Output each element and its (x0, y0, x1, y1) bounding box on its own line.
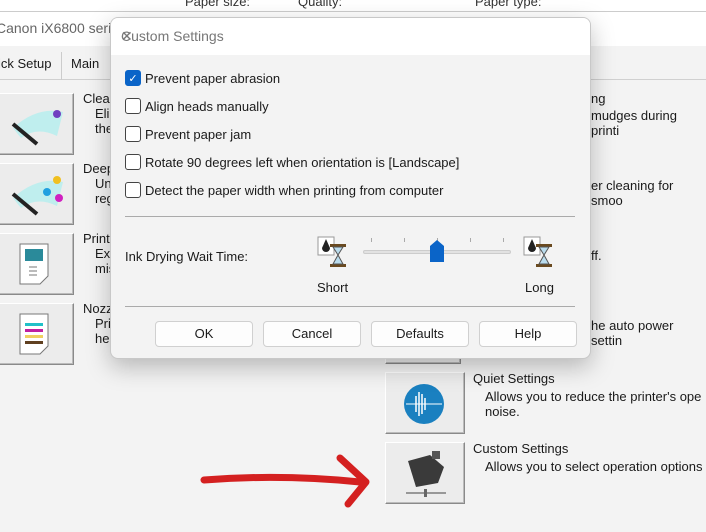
option-label: Prevent paper abrasion (145, 70, 281, 86)
print-head-alignment-icon (19, 243, 49, 285)
ok-button[interactable]: OK (155, 321, 253, 347)
slider-tick (371, 238, 372, 242)
tab-main[interactable]: Main (71, 56, 99, 71)
item-desc: Allows you to select operation options (485, 459, 703, 474)
print-head-alignment-button[interactable] (0, 233, 74, 295)
item-desc: Pri (95, 316, 111, 331)
slider-thumb[interactable] (430, 240, 444, 262)
long-label: Long (525, 280, 554, 295)
help-button[interactable]: Help (479, 321, 577, 347)
cleaning-button[interactable] (0, 93, 74, 155)
cleaning-icon (11, 110, 63, 146)
background-top-strip: Paper size: Quality: Paper type: (0, 0, 706, 12)
nozzle-check-button[interactable] (0, 303, 74, 365)
item-desc: he (95, 331, 110, 346)
divider (125, 306, 575, 307)
quiet-settings-button[interactable] (385, 372, 465, 434)
option-checkbox[interactable]: Align heads manually (125, 98, 269, 114)
option-checkbox[interactable]: Rotate 90 degrees left when orientation … (125, 154, 459, 170)
item-title: Quiet Settings (473, 371, 555, 386)
option-checkbox[interactable]: Prevent paper jam (125, 126, 251, 142)
paper-type-label: Paper type: (475, 0, 542, 9)
cancel-button[interactable]: Cancel (263, 321, 361, 347)
dialog-titlebar: Custom Settings ✕ (111, 18, 590, 55)
deep-cleaning-icon (11, 176, 63, 216)
ink-drying-short-icon (317, 236, 346, 267)
item-title: Custom Settings (473, 441, 569, 456)
quality-label: Quality: (298, 0, 343, 9)
checkbox-unchecked-icon[interactable] (125, 98, 141, 114)
slider-tick (503, 238, 504, 242)
item-desc: Allows you to reduce the printer's ope (485, 389, 702, 404)
custom-settings-dialog: Custom Settings ✕ ✓ Prevent paper abrasion… (110, 17, 591, 359)
option-label: Align heads manually (145, 98, 269, 114)
ink-drying-slider[interactable] (363, 234, 511, 264)
option-label: Rotate 90 degrees left when orientation … (145, 154, 460, 170)
item-desc: the (95, 121, 114, 136)
red-arrow-annotation (200, 454, 370, 508)
checkbox-checked-icon[interactable]: ✓ (125, 70, 141, 86)
checkbox-unchecked-icon[interactable] (125, 126, 141, 142)
ink-drying-label: Ink Drying Wait Time: (125, 249, 249, 264)
option-label: Prevent paper jam (145, 126, 252, 142)
option-checkbox[interactable]: Detect the paper width when printing fro… (125, 182, 443, 198)
custom-settings-button[interactable] (385, 442, 465, 504)
defaults-button[interactable]: Defaults (371, 321, 469, 347)
quiet-settings-icon (404, 384, 444, 424)
tab-quick-setup[interactable]: ick Setup (0, 56, 51, 71)
slider-tick (470, 238, 471, 242)
bottom-plate-title-fragment: ng (591, 91, 606, 106)
deep-cleaning-button[interactable] (0, 163, 74, 225)
checkbox-unchecked-icon[interactable] (125, 154, 141, 170)
item-title: Clea (83, 91, 110, 106)
roller-cleaning-desc-fragment: er cleaning for smoo (591, 178, 674, 208)
slider-tick (404, 238, 405, 242)
paper-size-label: Paper size: (185, 0, 251, 9)
window-title: Canon iX6800 seri (0, 20, 112, 36)
nozzle-check-icon (19, 313, 49, 355)
item-title: Nozz (83, 301, 113, 316)
divider (125, 216, 575, 217)
close-icon[interactable]: ✕ (121, 28, 578, 45)
power-off-desc-fragment: ff. (591, 248, 602, 263)
short-label: Short (317, 280, 349, 295)
bottom-plate-desc-fragment: mudges during printi (591, 108, 677, 138)
auto-power-desc-fragment: he auto power settin (591, 318, 674, 348)
custom-settings-item: Custom Settings Allows you to select oper… (473, 441, 703, 474)
checkbox-unchecked-icon[interactable] (125, 182, 141, 198)
item-desc: noise. (485, 404, 520, 419)
quiet-settings-item: Quiet Settings Allows you to reduce the p… (473, 371, 701, 419)
item-desc: Eli (95, 106, 110, 121)
option-checkbox[interactable]: ✓ Prevent paper abrasion (125, 70, 280, 86)
cleaning-item: Clea Eli the (83, 91, 113, 136)
option-label: Detect the paper width when printing fro… (145, 182, 444, 198)
ink-drying-long-icon (523, 236, 552, 267)
custom-settings-icon (406, 451, 446, 497)
nozzle-check-item: Nozz Pri he (83, 301, 113, 346)
